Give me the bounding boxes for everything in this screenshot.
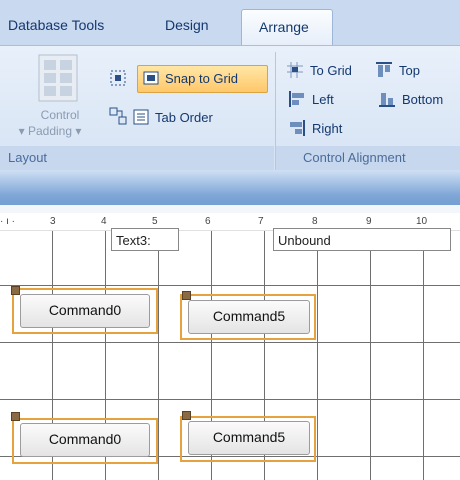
command0-button[interactable]: Command0 — [20, 294, 150, 328]
ruler-mark: 4 — [101, 216, 107, 227]
align-bottom-icon — [379, 93, 395, 107]
align-left-label: Left — [312, 91, 334, 107]
align-to-grid-label: To Grid — [310, 62, 352, 78]
command0-button[interactable]: Command0 — [20, 423, 150, 457]
align-to-grid-icon — [287, 62, 303, 78]
align-left-button[interactable]: Left — [288, 90, 334, 108]
align-top-label: Top — [399, 62, 420, 78]
align-top-icon — [376, 62, 392, 77]
layout-group-label: Layout — [8, 150, 48, 165]
ruler-mark: 7 — [258, 216, 264, 227]
unbound-textbox[interactable]: Unbound — [273, 228, 451, 251]
move-handle[interactable] — [182, 291, 191, 300]
align-bottom-button[interactable]: Bottom — [378, 90, 443, 108]
tab-stop-icon[interactable] — [108, 106, 128, 126]
ribbon-panel: Control ▾ Padding ▾ Snap to Grid Tab Ord… — [0, 45, 460, 170]
move-handle[interactable] — [182, 411, 191, 420]
ruler-mark: 5 — [152, 216, 158, 227]
control-padding-button[interactable]: ▾ Padding ▾ — [0, 124, 100, 138]
control-padding-label[interactable]: Control — [30, 108, 90, 122]
ruler-mark: 8 — [312, 216, 318, 227]
control-padding-icon — [38, 54, 78, 102]
align-right-button[interactable]: Right — [288, 119, 342, 137]
ruler-mark: 6 — [205, 216, 211, 227]
text3-label[interactable]: Text3: — [111, 228, 179, 251]
ribbon-tab-bar: Database Tools Design Arrange — [0, 0, 460, 46]
tab-order[interactable]: Tab Order — [133, 109, 213, 125]
align-bottom-label: Bottom — [402, 91, 444, 107]
ruler-mark: 3 — [50, 216, 56, 227]
alignment-group-label: Control Alignment — [303, 150, 406, 165]
dropdown-left-icon: ▾ — [18, 124, 28, 138]
align-right-icon — [290, 120, 305, 136]
ruler-top-gap — [0, 205, 460, 213]
tab-order-icon — [133, 109, 149, 125]
tab-database-tools[interactable]: Database Tools — [8, 17, 104, 33]
command5-button[interactable]: Command5 — [188, 300, 310, 334]
align-left-icon — [289, 91, 304, 107]
tab-design[interactable]: Design — [165, 17, 209, 33]
command5-button[interactable]: Command5 — [188, 421, 310, 455]
align-right-label: Right — [312, 120, 343, 136]
size-to-grid-icon[interactable] — [108, 68, 128, 88]
ruler-mark: 9 — [366, 216, 372, 227]
snap-to-grid[interactable]: Snap to Grid — [143, 70, 238, 86]
control-padding-label-2: Padding — [27, 124, 73, 138]
ruler-mark: 10 — [416, 216, 428, 227]
align-top-button[interactable]: Top — [375, 61, 420, 79]
align-to-grid-button[interactable]: To Grid — [286, 61, 352, 79]
move-handle[interactable] — [11, 286, 20, 295]
ruler-ticks: · ı · — [0, 216, 15, 227]
tab-order-label: Tab Order — [155, 109, 213, 125]
move-handle[interactable] — [11, 412, 20, 421]
snap-to-grid-label: Snap to Grid — [165, 70, 238, 86]
tab-arrange[interactable]: Arrange — [241, 9, 333, 46]
chevron-down-icon: ▾ — [72, 124, 82, 138]
snap-grid-icon — [143, 71, 159, 85]
